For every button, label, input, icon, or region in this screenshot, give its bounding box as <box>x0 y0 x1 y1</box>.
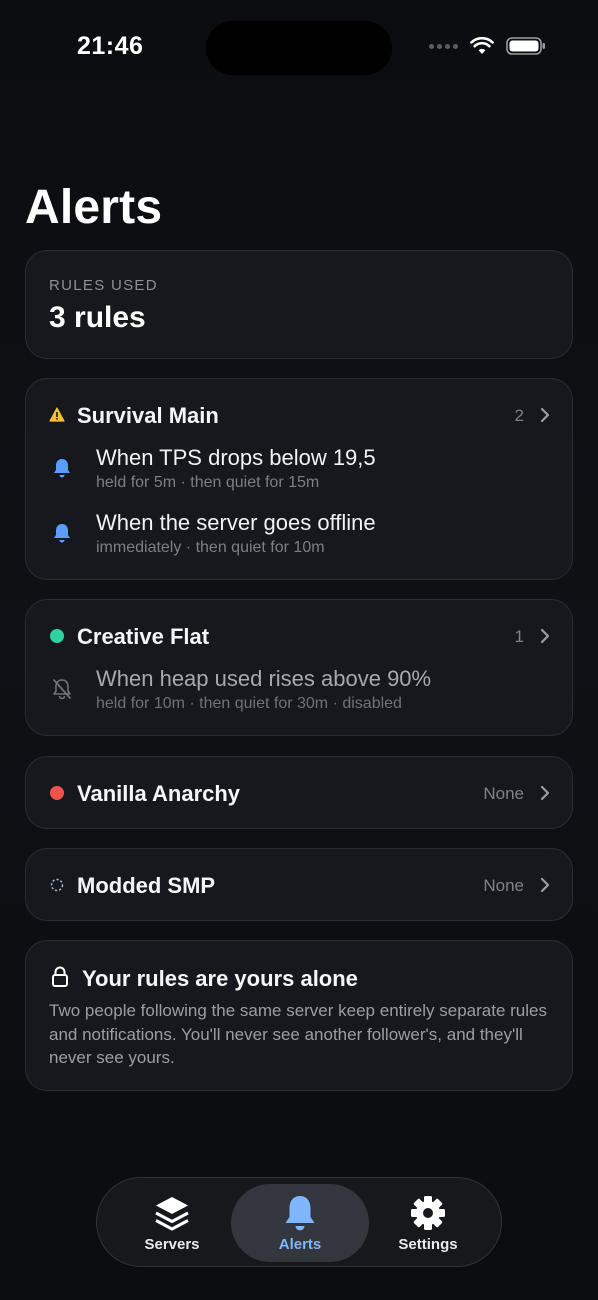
rule-title: When TPS drops below 19,5 <box>96 445 376 470</box>
tab-servers[interactable]: Servers <box>103 1184 241 1262</box>
rule-count: None <box>483 876 524 895</box>
lock-icon <box>52 966 68 987</box>
rule-detail: held for 5m · then quiet for 15m <box>96 474 320 491</box>
rules-used-card: RULES USED 3 rules <box>25 250 573 359</box>
server-name: Creative Flat <box>77 624 210 649</box>
server-name: Survival Main <box>77 403 219 428</box>
server-card-modded-smp[interactable]: Modded SMP None <box>25 848 573 921</box>
bell-icon <box>285 1196 315 1231</box>
warning-triangle-icon <box>49 407 65 422</box>
tab-alerts[interactable]: Alerts <box>231 1184 369 1262</box>
cellular-signal-icon <box>429 43 458 49</box>
bell-slash-icon <box>53 679 71 700</box>
server-card-survival-main: Survival Main 2 When TPS drops below 19,… <box>25 378 573 580</box>
server-name: Modded SMP <box>77 873 216 898</box>
status-indicators <box>429 36 546 56</box>
tab-label: Settings <box>398 1236 458 1253</box>
server-card-creative-flat: Creative Flat 1 When heap used rises abo… <box>25 599 573 736</box>
tab-label: Alerts <box>278 1236 322 1253</box>
rule-title: When heap used rises above 90% <box>96 666 432 691</box>
privacy-note-card: Your rules are yours alone Two people fo… <box>25 940 573 1091</box>
online-dot-icon <box>50 629 64 643</box>
wifi-icon <box>470 37 494 54</box>
dynamic-island <box>206 21 392 75</box>
rule-count: 1 <box>514 627 524 646</box>
privacy-note-body: Two people following the same server kee… <box>49 1001 547 1067</box>
server-header-creative-flat[interactable]: Creative Flat 1 <box>26 600 572 670</box>
server-header-survival-main[interactable]: Survival Main 2 <box>26 379 572 449</box>
rule-detail: held for 10m · then quiet for 30m · disa… <box>96 695 402 712</box>
rule-title: When the server goes offline <box>96 510 376 535</box>
tab-bar: Servers Alerts Settings <box>96 1177 502 1267</box>
server-card-vanilla-anarchy[interactable]: Vanilla Anarchy None <box>25 756 573 829</box>
chevron-right-icon <box>540 407 550 423</box>
chevron-right-icon <box>540 628 550 644</box>
alerts-screen: 21:46 Alerts RULES USED 3 rules Survival… <box>0 0 598 1300</box>
gear-icon <box>411 1196 445 1230</box>
unknown-dashed-dot-icon <box>50 878 64 892</box>
rule-count: 2 <box>514 406 524 425</box>
rules-used-label: RULES USED <box>49 277 158 294</box>
status-time: 21:46 <box>77 32 144 60</box>
chevron-right-icon <box>540 785 550 801</box>
rule-count: None <box>483 784 524 803</box>
tab-settings[interactable]: Settings <box>359 1184 497 1262</box>
offline-dot-icon <box>50 786 64 800</box>
tab-label: Servers <box>144 1236 200 1253</box>
rules-used-value: 3 rules <box>49 301 146 334</box>
chevron-right-icon <box>540 877 550 893</box>
bell-icon <box>54 459 70 478</box>
page-title: Alerts <box>25 181 163 234</box>
bell-icon <box>54 524 70 543</box>
privacy-note-title: Your rules are yours alone <box>82 966 358 991</box>
stack-icon <box>155 1197 189 1231</box>
battery-icon <box>506 37 545 55</box>
server-name: Vanilla Anarchy <box>77 781 241 806</box>
rule-detail: immediately · then quiet for 10m <box>96 539 325 556</box>
